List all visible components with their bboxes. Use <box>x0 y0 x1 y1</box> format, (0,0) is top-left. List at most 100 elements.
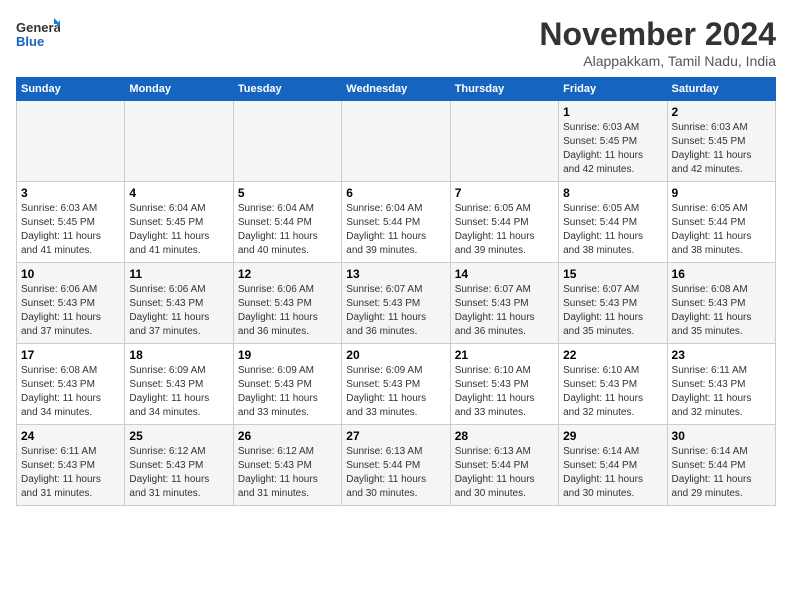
day-detail: Sunrise: 6:05 AM Sunset: 5:44 PM Dayligh… <box>455 202 554 258</box>
day-detail: Sunrise: 6:07 AM Sunset: 5:43 PM Dayligh… <box>346 283 445 339</box>
calendar-cell: 4 Sunrise: 6:04 AM Sunset: 5:45 PM Daylig… <box>125 182 233 263</box>
calendar-cell <box>17 101 125 182</box>
day-detail: Sunrise: 6:06 AM Sunset: 5:43 PM Dayligh… <box>129 283 228 339</box>
calendar-cell: 3Sunrise: 6:03 AM Sunset: 5:45 PM Daylig… <box>17 182 125 263</box>
week-row-5: 24 Sunrise: 6:11 AM Sunset: 5:43 PM Dayli… <box>17 425 776 506</box>
calendar-cell: 9 Sunrise: 6:05 AM Sunset: 5:44 PM Daylig… <box>667 182 775 263</box>
day-detail: Sunrise: 6:04 AM Sunset: 5:44 PM Dayligh… <box>238 202 337 258</box>
day-number: 14 <box>455 267 554 281</box>
day-detail: Sunrise: 6:04 AM Sunset: 5:44 PM Dayligh… <box>346 202 445 258</box>
day-number: 3 <box>21 186 120 200</box>
day-detail: Sunrise: 6:08 AM Sunset: 5:43 PM Dayligh… <box>21 364 120 420</box>
day-detail: Sunrise: 6:14 AM Sunset: 5:44 PM Dayligh… <box>672 445 771 501</box>
calendar-cell: 29 Sunrise: 6:14 AM Sunset: 5:44 PM Dayli… <box>559 425 667 506</box>
weekday-header-wednesday: Wednesday <box>342 78 450 101</box>
calendar-cell <box>125 101 233 182</box>
day-number: 15 <box>563 267 662 281</box>
calendar-cell: 1 Sunrise: 6:03 AM Sunset: 5:45 PM Daylig… <box>559 101 667 182</box>
calendar-cell: 6 Sunrise: 6:04 AM Sunset: 5:44 PM Daylig… <box>342 182 450 263</box>
day-detail: Sunrise: 6:03 AM Sunset: 5:45 PM Dayligh… <box>672 121 771 177</box>
calendar-cell: 21 Sunrise: 6:10 AM Sunset: 5:43 PM Dayli… <box>450 344 558 425</box>
day-detail: Sunrise: 6:12 AM Sunset: 5:43 PM Dayligh… <box>129 445 228 501</box>
day-detail: Sunrise: 6:07 AM Sunset: 5:43 PM Dayligh… <box>563 283 662 339</box>
day-number: 29 <box>563 429 662 443</box>
day-detail: Sunrise: 6:06 AM Sunset: 5:43 PM Dayligh… <box>21 283 120 339</box>
day-number: 16 <box>672 267 771 281</box>
day-number: 30 <box>672 429 771 443</box>
calendar-cell: 19Sunrise: 6:09 AM Sunset: 5:43 PM Dayli… <box>233 344 341 425</box>
week-row-3: 10Sunrise: 6:06 AM Sunset: 5:43 PM Dayli… <box>17 263 776 344</box>
weekday-header-monday: Monday <box>125 78 233 101</box>
svg-text:General: General <box>16 20 60 35</box>
calendar-cell <box>342 101 450 182</box>
calendar-cell: 5Sunrise: 6:04 AM Sunset: 5:44 PM Daylig… <box>233 182 341 263</box>
calendar-cell: 11Sunrise: 6:06 AM Sunset: 5:43 PM Dayli… <box>125 263 233 344</box>
day-detail: Sunrise: 6:13 AM Sunset: 5:44 PM Dayligh… <box>455 445 554 501</box>
logo: General Blue <box>16 16 60 52</box>
day-number: 27 <box>346 429 445 443</box>
calendar-cell: 13 Sunrise: 6:07 AM Sunset: 5:43 PM Dayli… <box>342 263 450 344</box>
day-number: 13 <box>346 267 445 281</box>
day-number: 22 <box>563 348 662 362</box>
day-detail: Sunrise: 6:05 AM Sunset: 5:44 PM Dayligh… <box>672 202 771 258</box>
calendar-cell: 17 Sunrise: 6:08 AM Sunset: 5:43 PM Dayli… <box>17 344 125 425</box>
calendar-cell: 7 Sunrise: 6:05 AM Sunset: 5:44 PM Daylig… <box>450 182 558 263</box>
day-number: 18 <box>129 348 228 362</box>
month-title: November 2024 <box>539 16 776 53</box>
day-detail: Sunrise: 6:07 AM Sunset: 5:43 PM Dayligh… <box>455 283 554 339</box>
day-number: 6 <box>346 186 445 200</box>
weekday-header-sunday: Sunday <box>17 78 125 101</box>
calendar-cell: 18 Sunrise: 6:09 AM Sunset: 5:43 PM Dayli… <box>125 344 233 425</box>
day-detail: Sunrise: 6:11 AM Sunset: 5:43 PM Dayligh… <box>21 445 120 501</box>
day-detail: Sunrise: 6:09 AM Sunset: 5:43 PM Dayligh… <box>129 364 228 420</box>
calendar-cell: 30 Sunrise: 6:14 AM Sunset: 5:44 PM Dayli… <box>667 425 775 506</box>
day-number: 1 <box>563 105 662 119</box>
calendar-cell: 26 Sunrise: 6:12 AM Sunset: 5:43 PM Dayli… <box>233 425 341 506</box>
day-number: 20 <box>346 348 445 362</box>
day-number: 17 <box>21 348 120 362</box>
day-detail: Sunrise: 6:14 AM Sunset: 5:44 PM Dayligh… <box>563 445 662 501</box>
day-detail: Sunrise: 6:09 AM Sunset: 5:43 PM Dayligh… <box>346 364 445 420</box>
day-number: 25 <box>129 429 228 443</box>
calendar-cell: 15 Sunrise: 6:07 AM Sunset: 5:43 PM Dayli… <box>559 263 667 344</box>
weekday-header-thursday: Thursday <box>450 78 558 101</box>
calendar-cell: 2 Sunrise: 6:03 AM Sunset: 5:45 PM Daylig… <box>667 101 775 182</box>
calendar-body: 1 Sunrise: 6:03 AM Sunset: 5:45 PM Daylig… <box>17 101 776 506</box>
day-detail: Sunrise: 6:06 AM Sunset: 5:43 PM Dayligh… <box>238 283 337 339</box>
day-number: 9 <box>672 186 771 200</box>
day-number: 21 <box>455 348 554 362</box>
week-row-4: 17 Sunrise: 6:08 AM Sunset: 5:43 PM Dayli… <box>17 344 776 425</box>
day-number: 7 <box>455 186 554 200</box>
page-header: General Blue November 2024 Alappakkam, T… <box>16 16 776 69</box>
logo-icon: General Blue <box>16 16 60 52</box>
day-number: 24 <box>21 429 120 443</box>
calendar-cell: 8Sunrise: 6:05 AM Sunset: 5:44 PM Daylig… <box>559 182 667 263</box>
day-number: 4 <box>129 186 228 200</box>
day-number: 23 <box>672 348 771 362</box>
day-number: 28 <box>455 429 554 443</box>
day-detail: Sunrise: 6:04 AM Sunset: 5:45 PM Dayligh… <box>129 202 228 258</box>
calendar-cell <box>233 101 341 182</box>
day-number: 19 <box>238 348 337 362</box>
calendar-cell: 28 Sunrise: 6:13 AM Sunset: 5:44 PM Dayli… <box>450 425 558 506</box>
location-subtitle: Alappakkam, Tamil Nadu, India <box>539 53 776 69</box>
day-detail: Sunrise: 6:10 AM Sunset: 5:43 PM Dayligh… <box>563 364 662 420</box>
day-number: 26 <box>238 429 337 443</box>
day-detail: Sunrise: 6:13 AM Sunset: 5:44 PM Dayligh… <box>346 445 445 501</box>
calendar-cell: 25 Sunrise: 6:12 AM Sunset: 5:43 PM Dayli… <box>125 425 233 506</box>
weekday-header-row: SundayMondayTuesdayWednesdayThursdayFrid… <box>17 78 776 101</box>
weekday-header-saturday: Saturday <box>667 78 775 101</box>
calendar-cell: 24 Sunrise: 6:11 AM Sunset: 5:43 PM Dayli… <box>17 425 125 506</box>
weekday-header-tuesday: Tuesday <box>233 78 341 101</box>
calendar-cell: 22 Sunrise: 6:10 AM Sunset: 5:43 PM Dayli… <box>559 344 667 425</box>
calendar-table: SundayMondayTuesdayWednesdayThursdayFrid… <box>16 77 776 506</box>
day-number: 2 <box>672 105 771 119</box>
calendar-cell: 23 Sunrise: 6:11 AM Sunset: 5:43 PM Dayli… <box>667 344 775 425</box>
day-detail: Sunrise: 6:10 AM Sunset: 5:43 PM Dayligh… <box>455 364 554 420</box>
weekday-header-friday: Friday <box>559 78 667 101</box>
day-detail: Sunrise: 6:11 AM Sunset: 5:43 PM Dayligh… <box>672 364 771 420</box>
day-detail: Sunrise: 6:12 AM Sunset: 5:43 PM Dayligh… <box>238 445 337 501</box>
day-detail: Sunrise: 6:03 AM Sunset: 5:45 PM Dayligh… <box>563 121 662 177</box>
week-row-1: 1 Sunrise: 6:03 AM Sunset: 5:45 PM Daylig… <box>17 101 776 182</box>
title-block: November 2024 Alappakkam, Tamil Nadu, In… <box>539 16 776 69</box>
